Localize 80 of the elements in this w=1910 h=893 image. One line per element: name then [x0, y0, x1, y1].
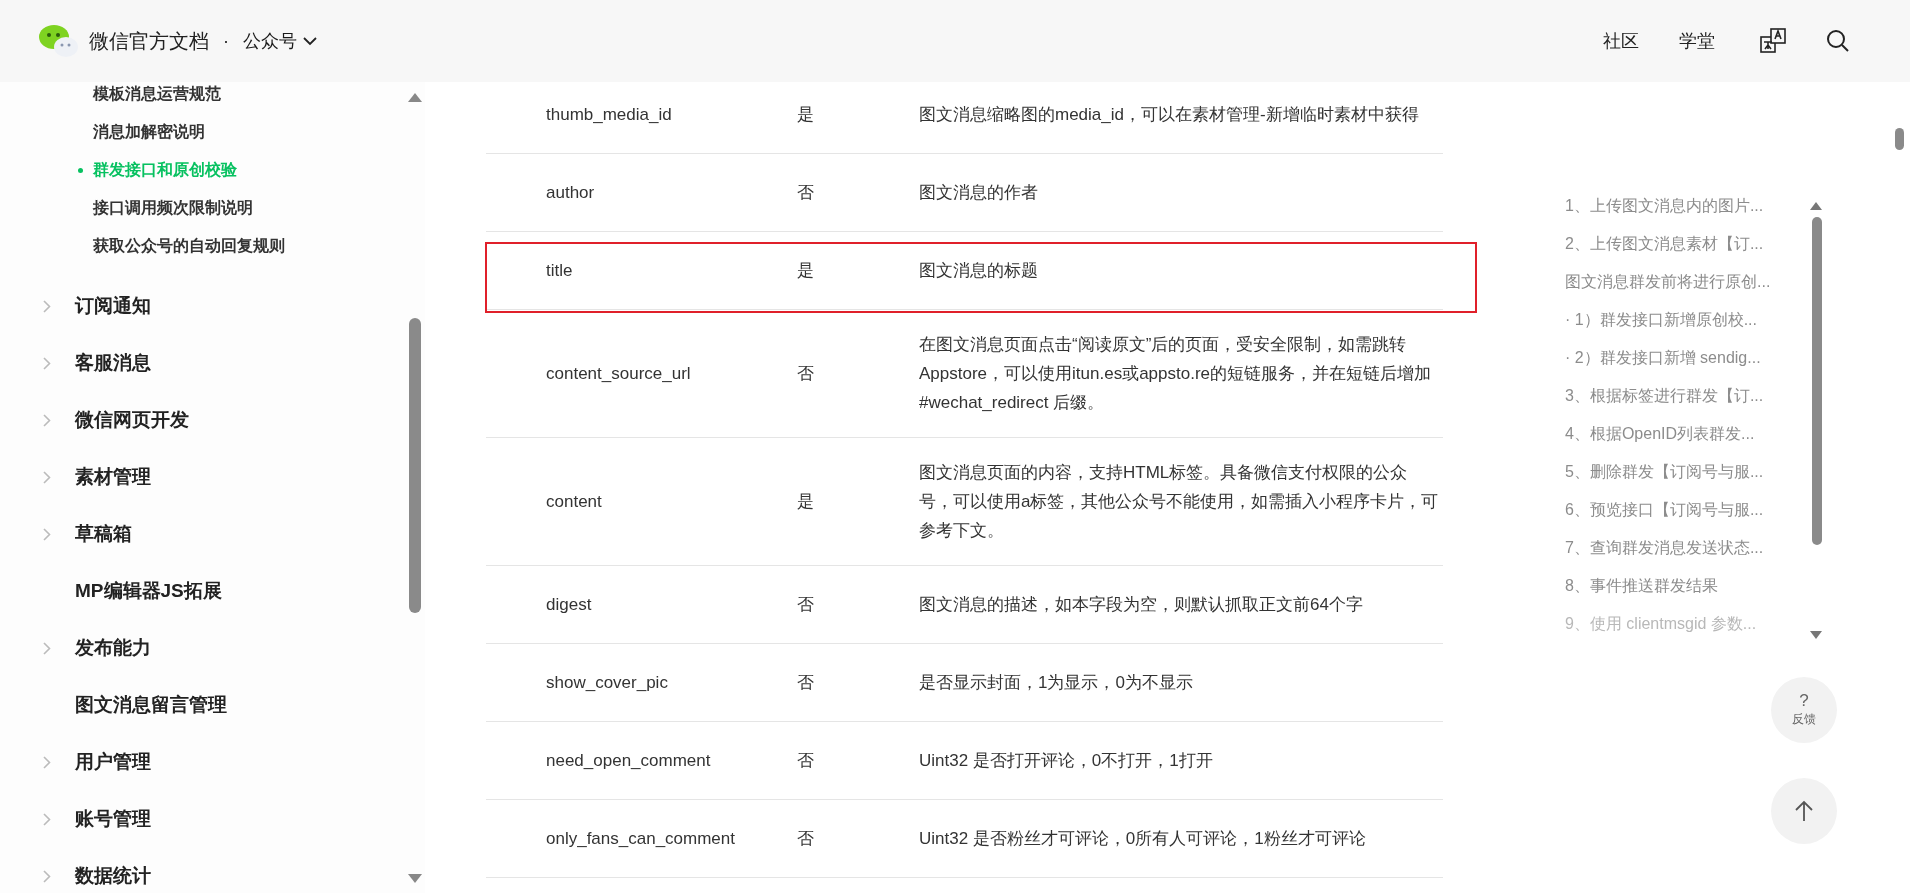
- chat-bubbles-icon: [38, 24, 80, 58]
- sidebar-item[interactable]: 素材管理: [75, 463, 151, 492]
- table-cell-text: need_open_comment: [545, 749, 712, 772]
- table-cell-text: show_cover_pic: [545, 671, 669, 694]
- table-cell-text: thumb_media_id: [545, 103, 673, 126]
- toc-link[interactable]: · 1）群发接口新增原创校...: [1565, 301, 1795, 339]
- scrollbar-thumb[interactable]: [409, 318, 421, 613]
- table-cell-text: 否: [797, 749, 815, 772]
- nav-link[interactable]: 学堂: [1679, 27, 1715, 55]
- table-cell-text: 图文消息的作者: [919, 182, 1039, 204]
- chevron-right-icon: [43, 357, 51, 370]
- sidebar-item[interactable]: 发布能力: [75, 634, 151, 663]
- table-cell-text: Uint32 是否粉丝才可评论，0所有人可评论，1粉丝才可评论: [919, 828, 1367, 850]
- page-scrollbar-thumb[interactable]: [1895, 128, 1904, 150]
- toc-scroll-up-icon[interactable]: [1810, 202, 1822, 210]
- chevron-right-icon: [43, 813, 51, 826]
- table-cell-text: digest: [545, 593, 593, 616]
- table-cell-text: 是: [797, 490, 815, 513]
- nav-link[interactable]: 社区: [1603, 27, 1639, 55]
- site-title[interactable]: 微信官方文档: [89, 26, 209, 56]
- translate-icon[interactable]: [1760, 28, 1786, 54]
- sidebar-item[interactable]: 获取公众号的自动回复规则: [0, 227, 425, 265]
- arrow-up-icon: [1795, 800, 1813, 822]
- table-cell-text: 否: [797, 671, 815, 694]
- toc-scroll-down-icon[interactable]: [1810, 631, 1822, 639]
- toc-link[interactable]: 2、上传图文消息素材【订...: [1565, 225, 1795, 263]
- table-cell-text: 是: [797, 259, 815, 282]
- chevron-right-icon: [43, 414, 51, 427]
- table-cell-text: 是否显示封面，1为显示，0为不显示: [919, 672, 1194, 694]
- toc-link[interactable]: 1、上传图文消息内的图片...: [1565, 187, 1795, 225]
- table-cell-text: 否: [797, 827, 815, 850]
- table-cell-text: 否: [797, 181, 815, 204]
- table-cell-text: 否: [797, 362, 815, 385]
- sidebar-item[interactable]: 账号管理: [75, 805, 151, 834]
- sidebar-item[interactable]: 草稿箱: [75, 520, 132, 549]
- table-cell-text: only_fans_can_comment: [545, 827, 736, 850]
- separator: ·: [223, 29, 229, 53]
- toc-scrollbar-thumb[interactable]: [1812, 217, 1822, 545]
- sidebar-item[interactable]: 模板消息运营规范: [0, 82, 425, 113]
- sidebar-item[interactable]: 图文消息留言管理: [75, 691, 227, 720]
- sidebar-item[interactable]: 订阅通知: [75, 292, 151, 321]
- sidebar-item[interactable]: 用户管理: [75, 748, 151, 777]
- table-cell-text: 是: [797, 103, 815, 126]
- table-cell-text: Uint32 是否打开评论，0不打开，1打开: [919, 750, 1214, 772]
- toc-link[interactable]: 6、预览接口【订阅号与服...: [1565, 491, 1795, 529]
- toc-link[interactable]: 8、事件推送群发结果: [1565, 567, 1795, 605]
- table-cell-text: author: [545, 181, 596, 204]
- chevron-down-icon: [303, 36, 317, 46]
- chevron-right-icon: [43, 471, 51, 484]
- table-cell-text: 图文消息的标题: [919, 260, 1039, 282]
- section-dropdown[interactable]: 公众号: [243, 27, 317, 55]
- sidebar-item[interactable]: MP编辑器JS拓展: [75, 577, 222, 606]
- chevron-right-icon: [43, 528, 51, 541]
- toc-link[interactable]: 7、查询群发消息发送状态...: [1565, 529, 1795, 567]
- sidebar-item[interactable]: 客服消息: [75, 349, 151, 378]
- feedback-button[interactable]: ? 反馈: [1771, 677, 1837, 743]
- chevron-right-icon: [43, 642, 51, 655]
- chevron-right-icon: [43, 756, 51, 769]
- search-icon[interactable]: [1826, 29, 1850, 53]
- sidebar-item[interactable]: 微信网页开发: [75, 406, 189, 435]
- chevron-right-icon: [43, 300, 51, 313]
- chevron-right-icon: [43, 870, 51, 883]
- table-cell-text: 否: [797, 593, 815, 616]
- table-cell-text: content_source_url: [545, 362, 692, 385]
- sidebar-item[interactable]: 数据统计: [75, 862, 151, 891]
- scroll-down-icon[interactable]: [408, 874, 422, 883]
- toc-link[interactable]: 5、删除群发【订阅号与服...: [1565, 453, 1795, 491]
- table-cell-text: 图文消息缩略图的media_id，可以在素材管理-新增临时素材中获得: [919, 104, 1420, 126]
- table-cell-text: 图文消息的描述，如本字段为空，则默认抓取正文前64个字: [919, 594, 1364, 616]
- table-cell-text: content: [545, 490, 603, 513]
- toc-link[interactable]: 4、根据OpenID列表群发...: [1565, 415, 1795, 453]
- sidebar-item[interactable]: 消息加解密说明: [0, 113, 425, 151]
- table-cell-text: 在图文消息页面点击“阅读原文”后的页面，受安全限制，如需跳转Appstore，可以使用itun.es或appsto.re的短链服务，并在短链后增加 #wechat_redirect 后缀。: [919, 334, 1432, 414]
- toc-link[interactable]: · 2）群发接口新增 sendig...: [1565, 339, 1795, 377]
- table-cell-text: 图文消息页面的内容，支持HTML标签。具备微信支付权限的公众号，可以使用a标签，其他公众号不能使用，如需插入小程序卡片，可参考下文。: [919, 462, 1440, 542]
- sidebar-item[interactable]: 接口调用频次限制说明: [0, 189, 425, 227]
- scroll-up-icon[interactable]: [408, 93, 422, 102]
- table-cell-text: title: [545, 259, 574, 282]
- toc-link[interactable]: 3、根据标签进行群发【订...: [1565, 377, 1795, 415]
- toc-link[interactable]: 图文消息群发前将进行原创...: [1565, 263, 1795, 301]
